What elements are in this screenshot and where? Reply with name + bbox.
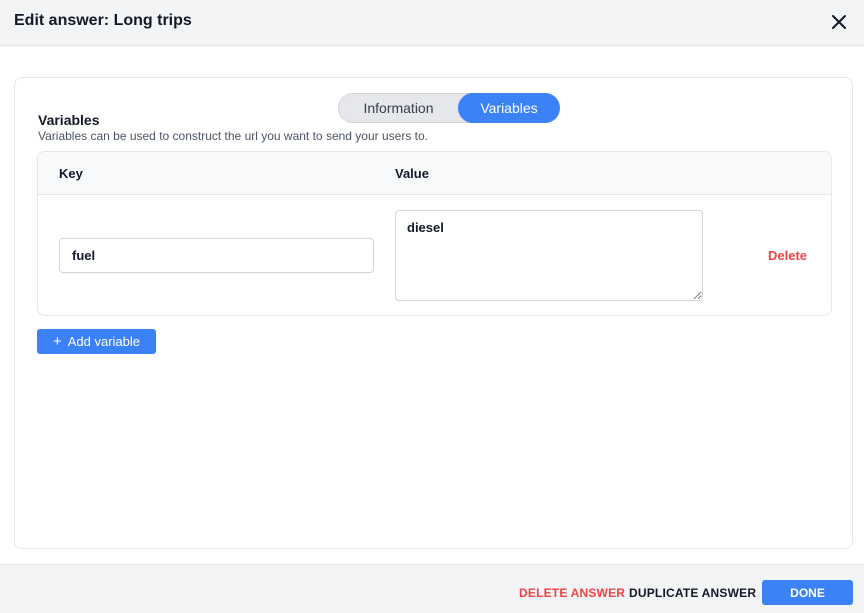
add-variable-label: Add variable (67, 334, 141, 349)
done-button[interactable]: DONE (762, 580, 853, 605)
column-header-value: Value (395, 166, 429, 181)
close-button[interactable] (826, 9, 852, 35)
modal-title: Edit answer: Long trips (14, 12, 192, 29)
content-card: Information Variables Variables Variable… (14, 77, 853, 549)
section-title: Variables (38, 112, 100, 128)
variables-table: Key Value diesel Delete (37, 151, 832, 316)
close-icon (832, 15, 846, 29)
modal-header: Edit answer: Long trips (0, 0, 864, 46)
modal-footer: DELETE ANSWER DUPLICATE ANSWER DONE (0, 564, 864, 613)
modal-body: Information Variables Variables Variable… (0, 47, 864, 564)
column-header-key: Key (59, 166, 83, 181)
add-variable-button[interactable]: + Add variable (37, 329, 156, 354)
duplicate-answer-button[interactable]: DUPLICATE ANSWER (629, 586, 756, 600)
key-input[interactable] (59, 238, 374, 273)
tab-variables[interactable]: Variables (458, 93, 560, 123)
section-description: Variables can be used to construct the u… (38, 129, 428, 143)
plus-icon: + (52, 333, 62, 350)
tab-switcher: Information Variables (338, 93, 560, 123)
value-textarea[interactable]: diesel (395, 210, 703, 301)
table-header: Key Value (38, 152, 831, 195)
delete-answer-button[interactable]: DELETE ANSWER (519, 586, 625, 600)
delete-variable-button[interactable]: Delete (768, 248, 807, 263)
tab-information[interactable]: Information (339, 93, 458, 123)
